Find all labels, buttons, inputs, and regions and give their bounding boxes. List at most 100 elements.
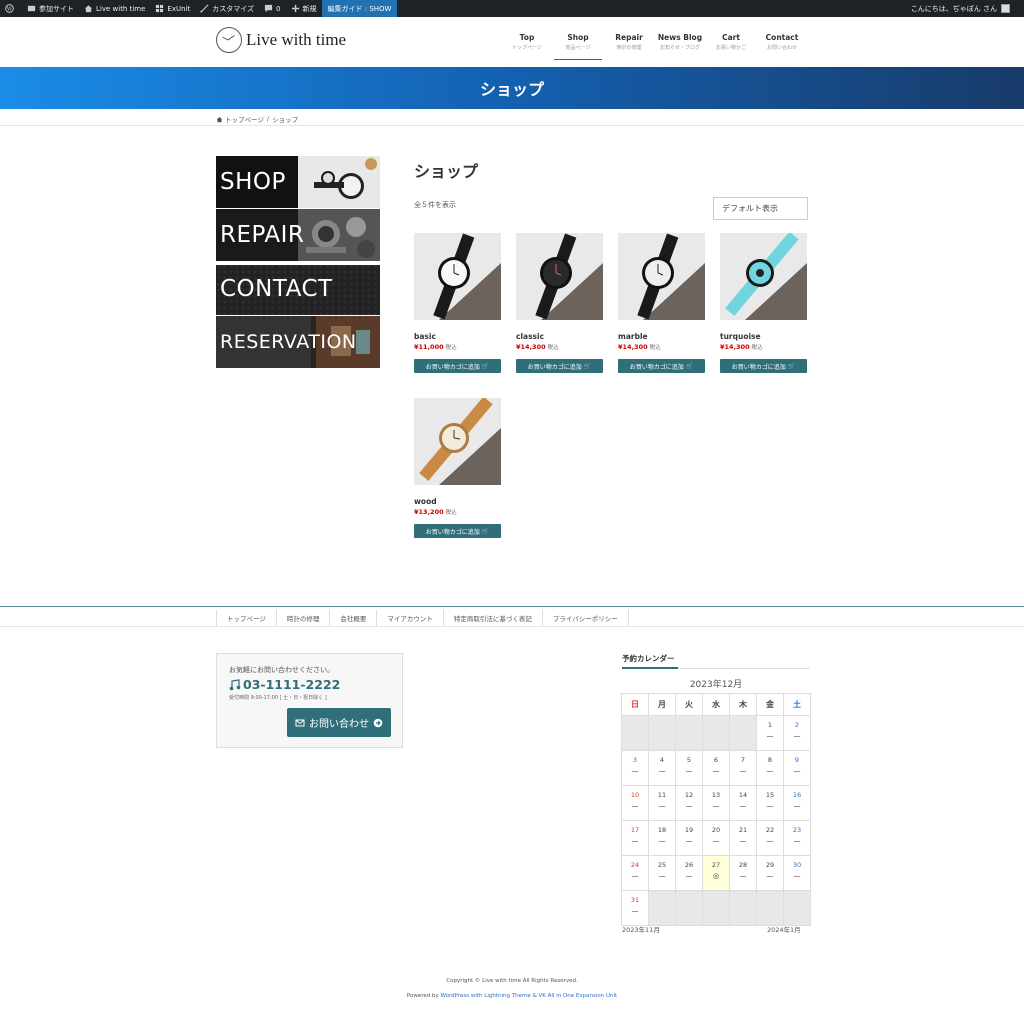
calendar-day-number: 27 (711, 861, 721, 869)
divider (0, 626, 1024, 627)
calendar-day-number: 9 (794, 756, 800, 764)
button-label: お買い物カゴに追加 (629, 363, 684, 371)
product-name[interactable]: marble (618, 332, 705, 341)
sort-select[interactable]: デフォルト表示 (713, 197, 808, 220)
breadcrumb: トップページ / ショップ (216, 114, 298, 124)
calendar-day: 27 ◎ (702, 855, 730, 891)
home-icon (84, 5, 93, 13)
add-to-cart-button[interactable]: お買い物カゴに追加 🛒 (414, 524, 501, 538)
result-count: 全５件を表示 (414, 201, 456, 209)
my-sites-label: 参加サイト (39, 4, 74, 13)
calendar-status-available[interactable]: ◎ (703, 872, 729, 880)
sidebar-banner-label: REPAIR (220, 222, 305, 248)
calendar-prev-month[interactable]: 2023年11月 (622, 924, 660, 934)
contact-phone[interactable]: 03-1111-2222 (229, 677, 340, 692)
my-sites-menu[interactable]: 参加サイト (22, 0, 79, 17)
footer-nav-item[interactable]: 時計の修理 (275, 610, 330, 626)
calendar-day-number: 1 (767, 721, 773, 729)
nav-item-shop[interactable]: Shop 商品ページ (554, 33, 602, 60)
product-image[interactable] (414, 398, 501, 485)
customize-link[interactable]: カスタマイズ (195, 0, 259, 17)
price-value: 13,200 (418, 508, 444, 516)
add-to-cart-button[interactable]: お買い物カゴに追加 🛒 (618, 359, 705, 373)
calendar-day-number: 10 (630, 791, 640, 799)
footer-nav-item[interactable]: トップページ (216, 610, 276, 626)
calendar-weekday: 金 (756, 693, 784, 716)
comment-icon (264, 4, 273, 13)
product-name[interactable]: classic (516, 332, 603, 341)
tax-label: 税込 (445, 510, 457, 516)
nav-sublabel: お問い合わせ (766, 45, 797, 51)
divider (622, 667, 810, 669)
calendar-empty-cell (675, 715, 703, 751)
calendar-empty-cell (702, 890, 730, 926)
nav-label: Contact (765, 33, 799, 42)
nav-item-repair[interactable]: Repair 時計の修理 (605, 33, 653, 59)
calendar-day: 29 — (756, 855, 784, 891)
cart-icon: 🛒 (583, 362, 592, 370)
calendar-status-closed: — (739, 767, 747, 775)
comments-link[interactable]: 0 (259, 0, 285, 17)
footer-nav-item[interactable]: 会社概要 (329, 610, 376, 626)
product-image[interactable] (516, 233, 603, 320)
calendar-day: 22 — (756, 820, 784, 856)
new-content-menu[interactable]: 新規 (286, 0, 322, 17)
footer-nav-item[interactable]: プライバシーポリシー (541, 610, 629, 626)
price-value: 14,300 (520, 343, 546, 351)
add-to-cart-button[interactable]: お買い物カゴに追加 🛒 (516, 359, 603, 373)
product-image[interactable] (720, 233, 807, 320)
add-to-cart-button[interactable]: お買い物カゴに追加 🛒 (720, 359, 807, 373)
calendar-day-number: 23 (792, 826, 802, 834)
product-image[interactable] (414, 233, 501, 320)
product-name[interactable]: turquoise (720, 332, 807, 341)
add-to-cart-button[interactable]: お買い物カゴに追加 🛒 (414, 359, 501, 373)
product-image[interactable] (618, 233, 705, 320)
calendar-status-closed: — (766, 802, 774, 810)
breadcrumb-home[interactable]: トップページ (225, 114, 264, 124)
sidebar-banner-label: SHOP (220, 169, 286, 195)
footer-nav: トップページ 時計の修理 会社概要 マイアカウント 特定商取引法に基づく表記 プ… (216, 610, 629, 626)
calendar-day: 15 — (756, 785, 784, 821)
sidebar-banner-contact[interactable]: CONTACT (216, 263, 380, 315)
calendar-empty-cell (729, 890, 757, 926)
calendar-month: 2023年12月 (689, 680, 743, 690)
sidebar-banner-shop[interactable]: SHOP (216, 156, 380, 208)
nav-sublabel: トップページ (512, 45, 542, 51)
calendar-day: 19 — (675, 820, 703, 856)
calendar-day-number: 19 (684, 826, 694, 834)
nav-item-contact[interactable]: Contact お問い合わせ (758, 33, 806, 59)
product-card-wood: wood ¥13,200 税込 お買い物カゴに追加 🛒 (414, 398, 501, 538)
sidebar-banner-repair[interactable]: REPAIR (216, 209, 380, 261)
nav-item-cart[interactable]: Cart お買い物かご (707, 33, 755, 59)
account-menu[interactable]: こんにちは、ぢゃぽん さん (911, 4, 1024, 14)
footer-nav-item[interactable]: 特定商取引法に基づく表記 (442, 610, 542, 626)
button-label: お買い物カゴに追加 (527, 363, 582, 371)
contact-button[interactable]: お問い合わせ (287, 708, 391, 737)
page-header-title: ショップ (479, 80, 544, 99)
footer-nav-item[interactable]: マイアカウント (376, 610, 443, 626)
product-name[interactable]: wood (414, 497, 501, 506)
product-name[interactable]: basic (414, 332, 501, 341)
powered-by: Powered by WordPress with Lightning Them… (0, 993, 1024, 999)
calendar-day-number: 17 (630, 826, 640, 834)
calendar-next-month[interactable]: 2024年1月 (767, 924, 801, 934)
price-value: 11,000 (418, 343, 444, 351)
wordpress-logo-button[interactable]: W (0, 0, 22, 17)
site-logo[interactable]: Live with time (216, 27, 346, 53)
grid-icon (156, 4, 164, 13)
nav-item-top[interactable]: Top トップページ (503, 33, 551, 59)
site-name-menu[interactable]: Live with time (79, 0, 150, 17)
calendar-day-number: 18 (657, 826, 667, 834)
nav-sublabel: お買い物かご (715, 45, 746, 51)
calendar-day-number: 5 (686, 756, 692, 764)
button-label: お買い物カゴに追加 (425, 363, 480, 371)
exunit-menu[interactable]: ExUnit (150, 0, 195, 17)
calendar-status-closed: — (766, 837, 774, 845)
calendar-day-number: 11 (657, 791, 667, 799)
sidebar-banner-reservation[interactable]: RESERVATION (216, 316, 380, 368)
calendar-empty-cell (756, 890, 784, 926)
powered-links[interactable]: WordPress with Lightning Theme & VK All … (440, 993, 617, 999)
edit-guide-toggle[interactable]: 編集ガイド : SHOW (321, 0, 398, 17)
archive-title: ショップ (414, 162, 479, 181)
nav-item-news-blog[interactable]: News Blog お知らせ・ブログ (656, 33, 704, 59)
